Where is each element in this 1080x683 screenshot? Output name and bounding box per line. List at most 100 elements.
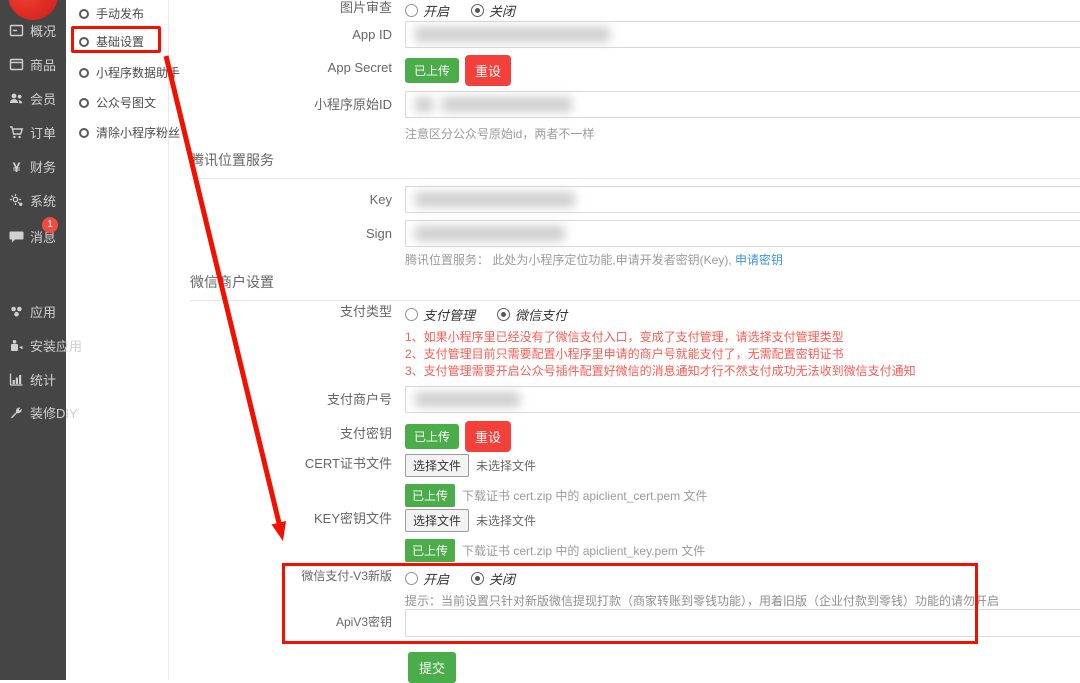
wechat-pay-v3-label: 微信支付-V3新版 [169,568,392,584]
apps-icon [9,304,24,319]
submenu-item-label: 小程序数据助手 [96,64,180,81]
cert-file-uploaded-badge: 已上传 [405,484,455,507]
mp-original-id-hint: 注意区分公众号原始id，两者不一样 [405,125,1080,142]
sidebar-item-overview[interactable]: 概况 [9,21,56,40]
submenu-item-miniprogram-data-assistant[interactable]: 小程序数据助手 [79,64,180,81]
pay-key-reset-button[interactable]: 重设 [465,421,511,452]
v3-radio-on[interactable]: 开启 [405,569,449,588]
sidebar-item-label: 装修DIY [30,403,78,422]
apiv3-key-input[interactable] [405,609,1080,637]
sidebar-item-label: 商品 [30,55,56,74]
sidebar-item-install-apps[interactable]: 安装应用 [9,336,82,355]
cert-file-no-file-text: 未选择文件 [476,459,536,473]
merchant-id-input[interactable] [405,386,1080,413]
key-file-hint: 下载证书 cert.zip 中的 apiclient_key.pem 文件 [462,544,705,558]
pay-key-uploaded-button[interactable]: 已上传 [405,424,459,449]
key-file-choose-button[interactable]: 选择文件 [405,509,469,532]
message-count-badge: 1 [42,217,58,233]
mp-original-id-input[interactable] [405,91,1080,118]
app-secret-reset-button[interactable]: 重设 [465,55,511,86]
tencent-location-hint: 腾讯位置服务： 此处为小程序定位功能,申请开发者密钥(Key), 申请密钥 [405,251,1080,268]
app-id-input[interactable] [405,21,1080,48]
cert-file-hint: 下载证书 cert.zip 中的 apiclient_cert.pem 文件 [462,489,707,503]
submenu-item-label: 手动发布 [96,5,144,22]
stats-icon [9,372,24,387]
pay-type-note-1: 1、如果小程序里已经没有了微信支付入口，变成了支付管理，请选择支付管理类型 [405,329,1080,346]
submenu-item-label: 基础设置 [96,33,144,50]
sidebar-item-products[interactable]: 商品 [9,55,56,74]
radio-option-label: 微信支付 [515,305,567,324]
tencent-key-input[interactable] [405,186,1080,213]
system-icon [9,193,24,208]
pay-type-label: 支付类型 [169,304,392,320]
image-review-radio-on[interactable]: 开启 [405,1,449,20]
v3-radio-off[interactable]: 关闭 [471,569,515,588]
pay-type-radio-management[interactable]: 支付管理 [405,305,475,324]
image-review-label: 图片审查 [169,0,392,15]
sidebar-item-apps[interactable]: 应用 [9,302,56,321]
apply-key-link[interactable]: 申请密钥 [735,253,783,267]
sidebar-item-label: 统计 [30,370,56,389]
pay-key-label: 支付密钥 [169,421,392,447]
finance-icon: ¥ [9,159,24,175]
radio-off-icon [405,572,418,585]
pay-type-radio-wechat[interactable]: 微信支付 [497,305,567,324]
submenu-item-manual-publish[interactable]: 手动发布 [79,5,144,22]
members-icon [9,91,24,106]
image-review-radio-off[interactable]: 关闭 [471,1,515,20]
submenu-item-clear-miniprogram-fans[interactable]: 清除小程序粉丝 [79,124,180,141]
tencent-sign-label: Sign [169,220,392,247]
v3-hint: 提示：当前设置只针对新版微信提现打款（商家转账到零钱功能），用着旧版（企业付款到… [405,592,1080,609]
messages-icon [9,229,24,244]
app-secret-uploaded-button[interactable]: 已上传 [405,58,459,83]
submenu-item-label: 清除小程序粉丝 [96,124,180,141]
submenu-item-official-account-articles[interactable]: 公众号图文 [79,94,156,111]
tencent-key-label: Key [169,186,392,213]
store-avatar[interactable] [8,0,58,20]
apiv3-key-label: ApiV3密钥 [169,609,392,636]
main-sidebar: 概况 商品 会员 订单 ¥ 财务 系统 消息 1 应用 安装应用 统计 装修DI… [0,0,66,680]
sidebar-item-stats[interactable]: 统计 [9,370,56,389]
radio-option-label: 支付管理 [423,305,475,324]
radio-off-icon [405,308,418,321]
sidebar-item-system[interactable]: 系统 [9,191,56,210]
section-title-tencent-location: 腾讯位置服务 [190,150,1080,179]
radio-on-icon [471,4,484,17]
masked-value [415,392,520,407]
radio-option-label: 开启 [423,1,449,20]
radio-off-icon [405,4,418,17]
overview-icon [9,23,24,38]
submenu-item-basic-settings[interactable]: 基础设置 [79,33,144,50]
install-apps-icon [9,338,24,353]
orders-icon [9,125,24,140]
submit-button[interactable]: 提交 [408,652,456,683]
tencent-sign-input[interactable] [405,220,1080,247]
cert-file-choose-button[interactable]: 选择文件 [405,454,469,477]
merchant-id-label: 支付商户号 [169,386,392,413]
sidebar-item-diy[interactable]: 装修DIY [9,403,78,422]
sidebar-item-label: 应用 [30,302,56,321]
diy-wrench-icon [9,405,24,420]
masked-value [415,192,575,207]
key-file-label: KEY密钥文件 [169,509,392,529]
sidebar-item-finance[interactable]: ¥ 财务 [9,157,56,176]
radio-bullet-icon [79,98,89,108]
radio-option-label: 关闭 [489,1,515,20]
key-file-no-file-text: 未选择文件 [476,514,536,528]
sidebar-item-members[interactable]: 会员 [9,89,56,108]
settings-form: 图片审查 开启 关闭 App ID App Secret 已上传重设 小程序原始… [169,0,1080,680]
radio-bullet-icon [79,68,89,78]
sidebar-item-label: 安装应用 [30,336,82,355]
masked-value [442,97,572,112]
sidebar-item-orders[interactable]: 订单 [9,123,56,142]
mp-original-id-label: 小程序原始ID [169,91,392,118]
masked-value [415,97,433,112]
sidebar-item-label: 订单 [30,123,56,142]
radio-on-icon [471,572,484,585]
app-id-label: App ID [169,21,392,48]
radio-bullet-icon [79,37,89,47]
radio-bullet-icon [79,128,89,138]
radio-bullet-icon [79,9,89,19]
tencent-location-hint-text: 腾讯位置服务： 此处为小程序定位功能,申请开发者密钥(Key), [405,253,735,267]
sidebar-item-label: 会员 [30,89,56,108]
